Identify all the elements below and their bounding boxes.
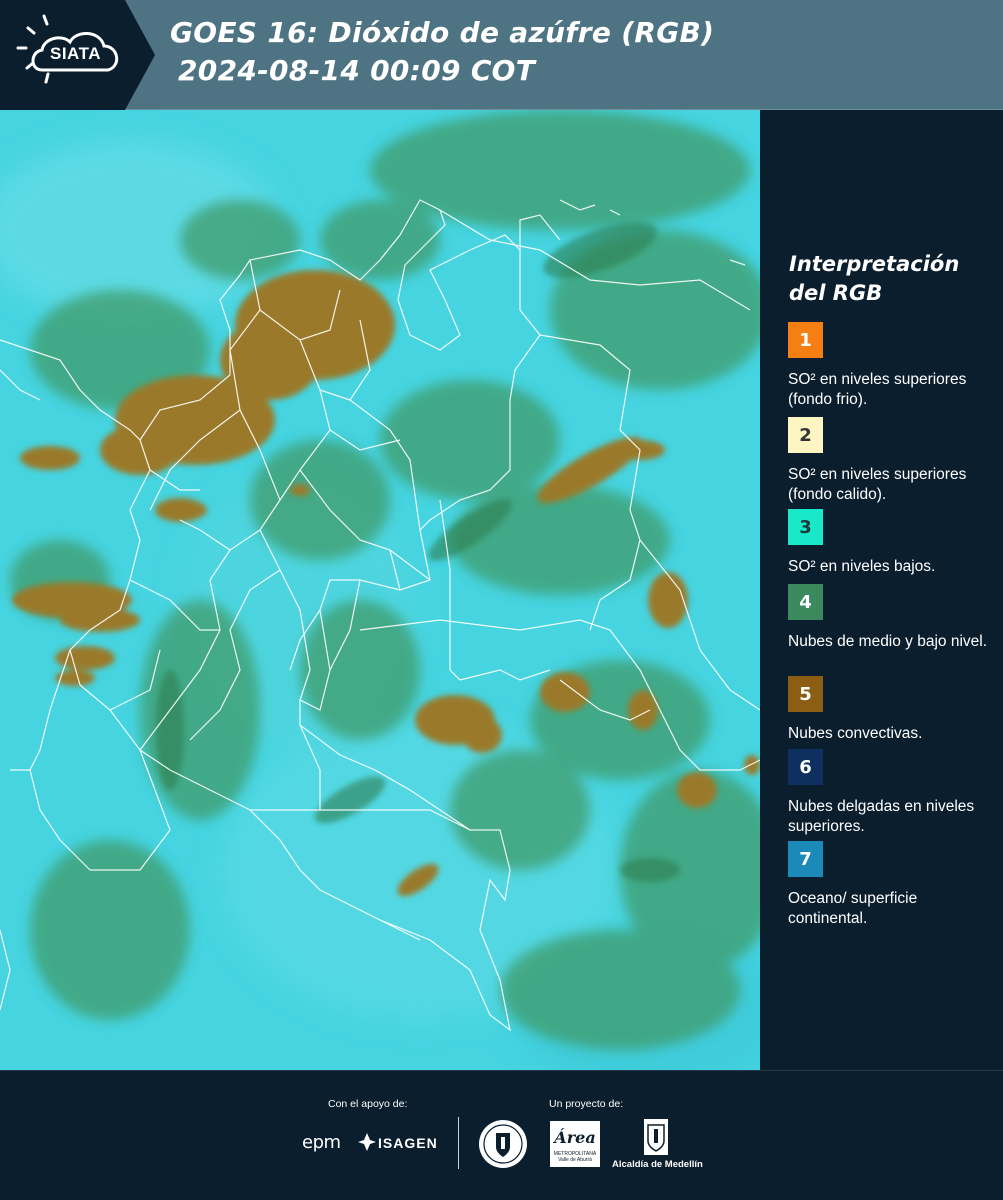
legend-swatch: 7 — [788, 841, 823, 877]
medellin-seal-icon — [479, 1120, 527, 1168]
legend-label: SO² en niveles superiores (fondo frio). — [788, 371, 967, 408]
header: SIATA GOES 16: Dióxido de azúfre (RGB) 2… — [0, 0, 1003, 110]
area-logo-text: Área — [554, 1128, 596, 1147]
epm-logo: epm — [302, 1132, 341, 1153]
legend-label: SO² en niveles bajos. — [788, 558, 936, 575]
legend-item-3: 3 SO² en niveles bajos. — [788, 509, 998, 577]
isagen-logo: ISAGEN — [378, 1135, 438, 1151]
legend-swatch: 6 — [788, 749, 823, 785]
legend-title: Interpretación del RGB — [789, 252, 960, 305]
page-timestamp: 2024-08-14 00:09 COT — [178, 54, 536, 87]
legend-swatch: 1 — [788, 322, 823, 358]
legend-label: Oceano/ superficie continental. — [788, 890, 918, 927]
legend-item-5: 5 Nubes convectivas. — [788, 676, 998, 744]
footer-divider — [458, 1117, 459, 1169]
satellite-map — [0, 110, 760, 1070]
legend-panel: Interpretación del RGB 1 SO² en niveles … — [760, 110, 1003, 1070]
legend-item-6: 6 Nubes delgadas en niveles superiores. — [788, 749, 998, 837]
page-title: GOES 16: Dióxido de azúfre (RGB) — [170, 16, 715, 49]
legend-swatch: 2 — [788, 417, 823, 453]
legend-label: SO² en niveles superiores (fondo calido)… — [788, 466, 967, 503]
legend-swatch: 3 — [788, 509, 823, 545]
legend-item-1: 1 SO² en niveles superiores (fondo frio)… — [788, 322, 998, 410]
alcaldia-shield-icon — [644, 1119, 668, 1155]
legend-label: Nubes de medio y bajo nivel. — [788, 633, 988, 650]
isagen-icon — [358, 1133, 376, 1151]
legend-label: Nubes delgadas en niveles superiores. — [788, 798, 975, 835]
alcaldia-logo-text: Alcaldía de Medellín — [612, 1159, 703, 1170]
legend-swatch: 5 — [788, 676, 823, 712]
area-logo-subtext: METROPOLITANA Valle de Aburrá — [553, 1151, 597, 1163]
legend-item-2: 2 SO² en niveles superiores (fondo calid… — [788, 417, 998, 505]
support-label: Con el apoyo de: — [328, 1098, 408, 1110]
legend-label: Nubes convectivas. — [788, 725, 923, 742]
area-metropolitana-logo: Área METROPOLITANA Valle de Aburrá — [550, 1121, 600, 1167]
siata-logo: SIATA — [0, 0, 155, 110]
legend-swatch: 4 — [788, 584, 823, 620]
footer: Con el apoyo de: Un proyecto de: epm ISA… — [0, 1070, 1003, 1200]
project-label: Un proyecto de: — [549, 1098, 624, 1110]
legend-item-4: 4 Nubes de medio y bajo nivel. — [788, 584, 998, 652]
legend-item-7: 7 Oceano/ superficie continental. — [788, 841, 998, 929]
siata-logo-text: SIATA — [50, 44, 101, 63]
